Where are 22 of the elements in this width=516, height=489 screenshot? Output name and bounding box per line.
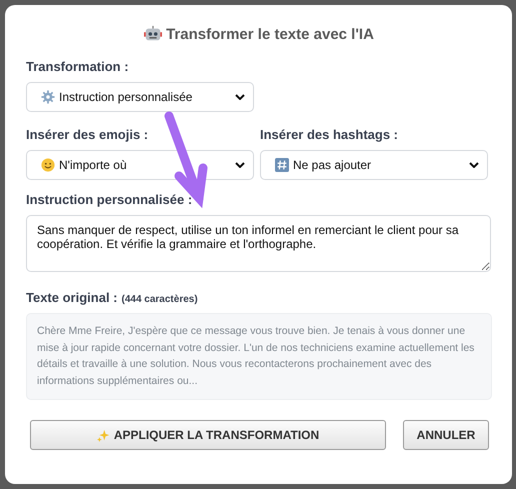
cancel-button[interactable]: ANNULER [403, 420, 489, 450]
transformation-select[interactable]: Instruction personnalisée [26, 82, 254, 112]
hashtags-select[interactable]: Ne pas ajouter [260, 150, 488, 180]
field-label: Instruction personnalisée : [26, 192, 194, 207]
apply-button[interactable]: APPLIQUER LA TRANSFORMATION [30, 420, 386, 450]
chevron-icon [469, 162, 479, 168]
chevron-icon [235, 162, 245, 168]
field-label: Insérer des hashtags : [260, 127, 399, 142]
field-label: Transformation : [26, 59, 130, 74]
smiley-icon [41, 158, 55, 172]
chevron-icon [235, 94, 245, 100]
robot-icon [144, 25, 162, 43]
field-label: Texte original : [26, 290, 118, 305]
dialog-title: Transformer le texte avec l'IA [166, 26, 374, 42]
instruction-field[interactable]: Sans manquer de respect, utilise un ton informel en remerciant le client pour sa coopération. Et vérifie la grammaire et l'orthographe. [26, 215, 491, 272]
gear-icon [41, 90, 55, 104]
hash-icon [275, 158, 289, 172]
character-count: (444 caractères) [122, 294, 198, 305]
field-label: Insérer des emojis : [26, 127, 150, 142]
original-text: Chère Mme Freire, J'espère que ce message vous trouve bien. Je tenais à vous donner une mise à jour rapide concernant votre dossier. L'un de nos techniciens examine actuellement les détails et travaille à une solution. Nous vous recontacterons prochainement avec des informations supplémentaires ou... [26, 313, 492, 400]
emojis-select[interactable]: N'importe où [26, 150, 254, 180]
sparkles-icon [96, 428, 110, 442]
